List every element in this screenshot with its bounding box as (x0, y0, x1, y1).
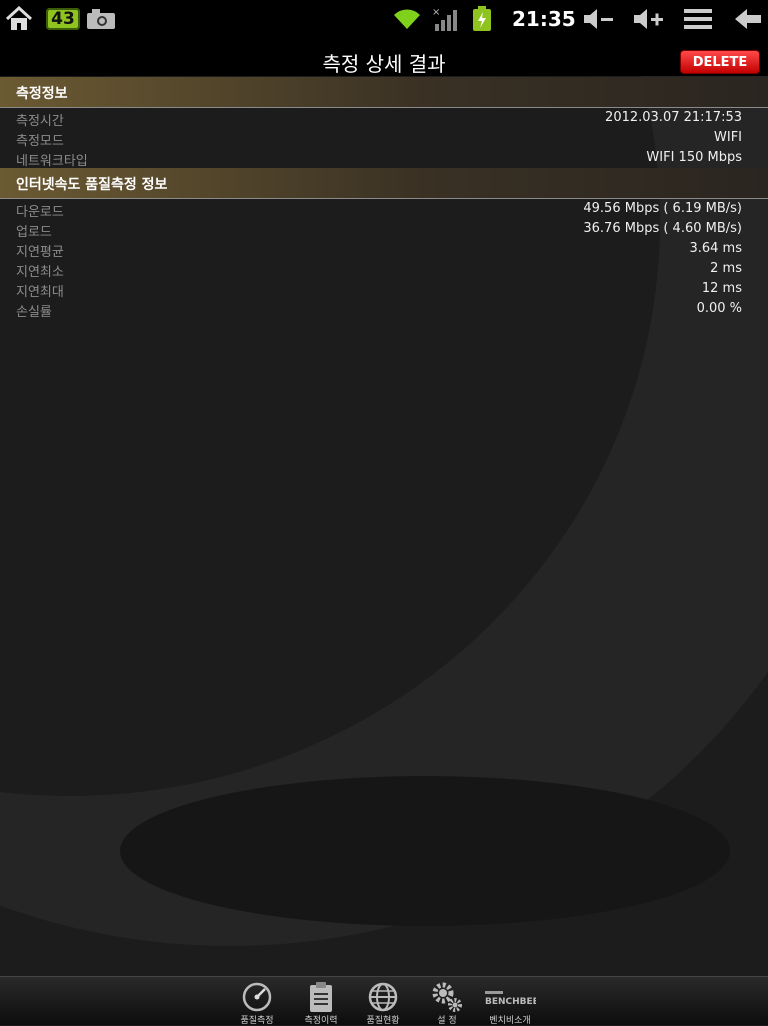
row-value: WIFI 150 Mbps (646, 150, 742, 165)
benchbee-logo: BENCHBEE (484, 989, 539, 1007)
wifi-icon (392, 0, 422, 38)
network-type-row: 네트워크타입 WIFI 150 Mbps (0, 148, 768, 169)
menu-icon[interactable] (684, 0, 714, 38)
row-label: 지연평균 (16, 245, 64, 260)
status-bar: 43 × 21:35 (0, 0, 768, 38)
row-label: 지연최대 (16, 285, 64, 300)
quality-info-header: 인터넷속도 품질측정 정보 (0, 168, 768, 199)
clipboard-icon (305, 981, 337, 1013)
measurement-info-header: 측정정보 (0, 77, 768, 108)
globe-icon (367, 981, 399, 1013)
nav-history[interactable]: 측정이력 (291, 979, 351, 1026)
row-value: WIFI (714, 130, 742, 145)
measurement-mode-row: 측정모드 WIFI (0, 128, 768, 149)
volume-up-icon[interactable] (632, 0, 666, 38)
row-value: 49.56 Mbps ( 6.19 MB/s) (583, 201, 742, 216)
svg-text:×: × (432, 7, 440, 18)
row-value: 36.76 Mbps ( 4.60 MB/s) (583, 221, 742, 236)
nav-label: 품질측정 (240, 1016, 274, 1026)
nav-settings[interactable]: 설 정 (417, 979, 477, 1026)
download-row: 다운로드 49.56 Mbps ( 6.19 MB/s) (0, 199, 768, 220)
latency-min-row: 지연최소 2 ms (0, 259, 768, 280)
measurement-time-row: 측정시간 2012.03.07 21:17:53 (0, 108, 768, 129)
nav-label: 벤치비소개 (489, 1016, 531, 1026)
quality-info-title: 인터넷속도 품질측정 정보 (16, 177, 168, 193)
nav-label: 품질현황 (366, 1016, 400, 1026)
speedometer-icon (241, 981, 273, 1013)
camera-icon (86, 0, 116, 38)
latency-avg-row: 지연평균 3.64 ms (0, 239, 768, 260)
nav-quality-measure[interactable]: 품질측정 (227, 979, 287, 1026)
row-label: 측정모드 (16, 134, 64, 149)
nav-label: 설 정 (437, 1016, 457, 1026)
volume-down-icon[interactable] (582, 0, 616, 38)
row-label: 다운로드 (16, 205, 64, 220)
bottom-nav: 품질측정 측정이력 품질현황 설 정 BENCHBEE 벤치비소개 (0, 976, 768, 1026)
delete-button[interactable]: DELETE (680, 50, 760, 74)
latency-max-row: 지연최대 12 ms (0, 279, 768, 300)
title-bar: 측정 상세 결과 DELETE (0, 38, 768, 76)
notification-count-badge: 43 (46, 8, 80, 30)
row-value: 0.00 % (696, 301, 742, 316)
nav-benchbee-intro[interactable]: BENCHBEE 벤치비소개 (480, 979, 540, 1026)
nav-label: 측정이력 (304, 1016, 338, 1026)
measurement-info-title: 측정정보 (16, 86, 68, 102)
gears-icon (431, 981, 463, 1013)
status-clock: 21:35 (512, 7, 576, 31)
row-value: 3.64 ms (689, 241, 742, 256)
nav-quality-status[interactable]: 품질현황 (353, 979, 413, 1026)
row-label: 측정시간 (16, 114, 64, 129)
benchbee-logo-text: BENCHBEE (485, 997, 536, 1007)
row-label: 손실률 (16, 305, 52, 320)
row-label: 네트워크타입 (16, 154, 88, 169)
row-value: 12 ms (701, 281, 742, 296)
row-label: 업로드 (16, 225, 52, 240)
signal-strength-icon: × (432, 0, 460, 38)
battery-charging-icon (472, 0, 494, 38)
row-value: 2 ms (710, 261, 742, 276)
page-title: 측정 상세 결과 (322, 52, 446, 76)
home-icon[interactable] (4, 0, 36, 38)
back-arrow-icon[interactable] (734, 0, 764, 38)
row-value: 2012.03.07 21:17:53 (605, 110, 742, 125)
loss-rate-row: 손실률 0.00 % (0, 299, 768, 320)
row-label: 지연최소 (16, 265, 64, 280)
upload-row: 업로드 36.76 Mbps ( 4.60 MB/s) (0, 219, 768, 240)
